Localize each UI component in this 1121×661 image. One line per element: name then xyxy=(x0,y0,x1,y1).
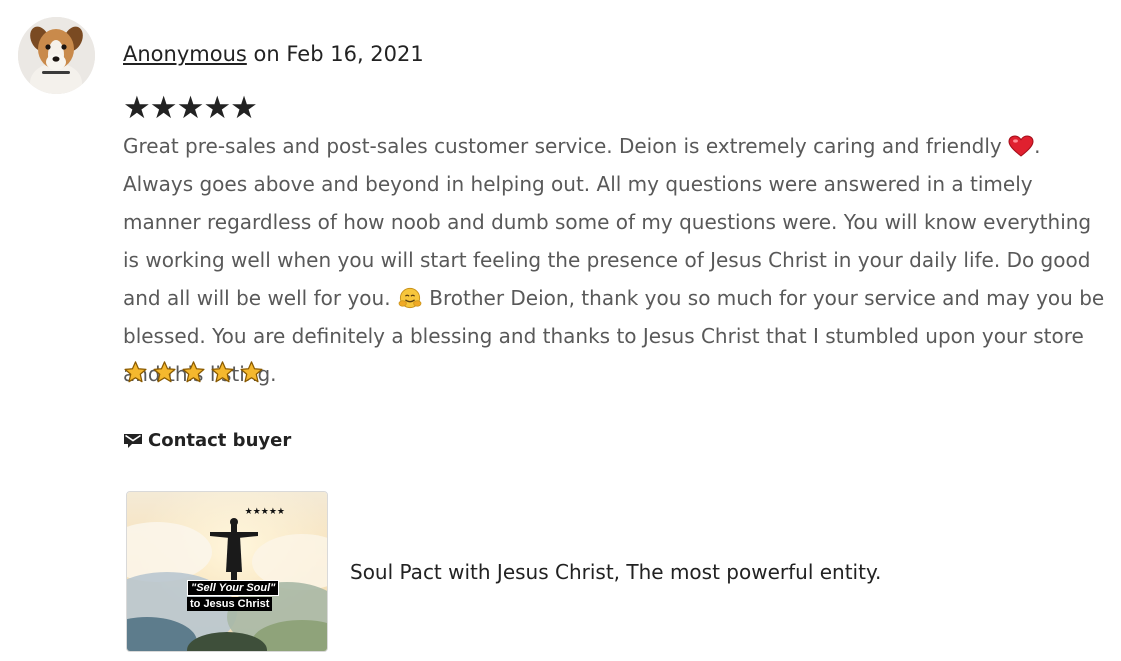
hugging-face-icon xyxy=(398,287,422,309)
star-emoji-row xyxy=(123,360,264,385)
thumbnail-caption-line-1: "Sell Your Soul" xyxy=(187,580,280,596)
dog-avatar-icon xyxy=(18,17,95,94)
gold-star-icon xyxy=(211,361,234,383)
red-heart-icon xyxy=(1008,135,1034,157)
review-text-part-1: Great pre-sales and post-sales customer … xyxy=(123,134,1009,158)
reviewer-name-link[interactable]: Anonymous xyxy=(123,42,247,66)
star-rating: ★★★★★ xyxy=(123,90,258,126)
date-prefix: on xyxy=(253,42,280,66)
contact-buyer-label: Contact buyer xyxy=(148,430,292,451)
listing-title-link[interactable]: Soul Pact with Jesus Christ, The most po… xyxy=(350,560,881,584)
envelope-icon xyxy=(124,433,142,448)
thumbnail-caption-line-2: to Jesus Christ xyxy=(187,597,273,611)
review-text-part-2: . Always goes above and beyond in helpin… xyxy=(123,134,1092,310)
review-text: Great pre-sales and post-sales customer … xyxy=(123,127,1108,393)
review-date: Feb 16, 2021 xyxy=(286,42,424,66)
gold-star-icon xyxy=(182,361,205,383)
review-meta: Anonymous on Feb 16, 2021 xyxy=(123,40,424,68)
avatar[interactable] xyxy=(18,17,95,94)
gold-star-icon xyxy=(153,361,176,383)
listing-item: ★★★★★ "Sell Your Soul" to Jesus Christ S… xyxy=(126,491,881,652)
thumbnail-stars: ★★★★★ xyxy=(244,507,285,517)
listing-image xyxy=(127,492,327,651)
listing-thumbnail[interactable]: ★★★★★ "Sell Your Soul" to Jesus Christ xyxy=(126,491,328,652)
contact-buyer-link[interactable]: Contact buyer xyxy=(123,430,291,451)
gold-star-icon xyxy=(124,361,147,383)
thumbnail-caption: "Sell Your Soul" to Jesus Christ xyxy=(187,580,280,611)
gold-star-icon xyxy=(240,361,263,383)
